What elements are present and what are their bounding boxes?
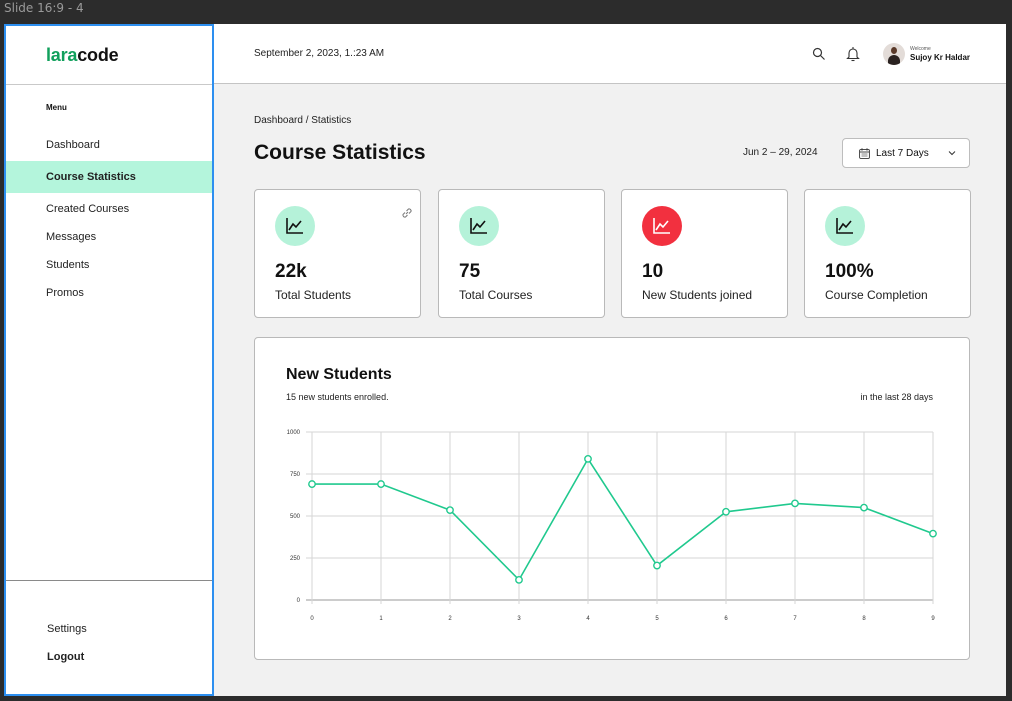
top-actions: Welcome Sujoy Kr Haldar: [807, 24, 970, 84]
bell-icon[interactable]: [841, 42, 865, 66]
sidebar: lara code Menu Dashboard Course Statistic…: [4, 24, 214, 696]
x-tick-label: 6: [724, 616, 728, 622]
x-tick-label: 9: [931, 616, 935, 622]
frame-label: Slide 16:9 - 4: [4, 1, 84, 15]
trend-icon: [459, 206, 499, 246]
trend-icon: [275, 206, 315, 246]
x-tick-label: 1: [379, 616, 383, 622]
chevron-down-icon: [948, 151, 956, 156]
x-tick-label: 7: [793, 616, 797, 622]
stat-value: 100%: [825, 261, 874, 282]
data-point: [308, 480, 316, 488]
sidebar-item-course-statistics[interactable]: Course Statistics: [6, 161, 212, 193]
sidebar-item-settings[interactable]: Settings: [6, 615, 212, 643]
sidebar-nav: Dashboard Course Statistics Created Cour…: [6, 131, 212, 307]
sidebar-item-created-courses[interactable]: Created Courses: [6, 195, 212, 223]
brand-logo[interactable]: lara code: [6, 26, 212, 85]
data-point: [653, 561, 661, 570]
x-tick-label: 8: [862, 616, 866, 622]
data-point: [929, 529, 937, 538]
x-tick-label: 4: [586, 616, 590, 622]
app-canvas: lara code Menu Dashboard Course Statistic…: [4, 24, 1006, 696]
x-tick-label: 5: [655, 616, 659, 622]
avatar: [882, 43, 905, 65]
new-students-chart-card: New Students 15 new students enrolled. i…: [254, 337, 970, 660]
search-icon[interactable]: [807, 42, 831, 66]
stat-value: 75: [459, 261, 481, 282]
breadcrumb: Dashboard / Statistics: [254, 115, 352, 126]
date-range-text: Jun 2 – 29, 2024: [743, 147, 818, 158]
stat-card-total-students[interactable]: 22k Total Students: [254, 189, 421, 318]
trend-icon: [825, 206, 865, 246]
y-tick-label: 250: [290, 556, 301, 562]
link-icon[interactable]: [400, 206, 414, 225]
line-chart: 0 250 500 750 1000 0 1 2 3 4 5 6 7 8 9: [287, 430, 937, 622]
username: Sujoy Kr Haldar: [909, 52, 970, 62]
series-line: [312, 457, 934, 582]
user-info: Welcome Sujoy Kr Haldar: [909, 45, 970, 62]
stat-label: Total Courses: [459, 288, 533, 302]
stat-label: New Students joined: [642, 288, 753, 302]
calendar-icon: [859, 147, 870, 159]
stat-label: Course Completion: [825, 288, 928, 302]
date-range-dropdown[interactable]: Last 7 Days: [842, 138, 970, 168]
x-tick-label: 0: [310, 616, 314, 622]
sidebar-item-dashboard[interactable]: Dashboard: [6, 131, 212, 159]
brand-part-lara: lara: [46, 44, 78, 65]
top-bar: September 2, 2023, 1.:23 AM Welcome Sujo…: [214, 24, 1006, 84]
trend-icon: [642, 206, 682, 246]
sidebar-item-promos[interactable]: Promos: [6, 279, 212, 307]
data-point: [515, 575, 523, 584]
x-tick-label: 2: [448, 616, 452, 622]
logout-button[interactable]: Logout: [6, 643, 212, 671]
data-point: [722, 507, 730, 516]
data-point: [860, 503, 868, 512]
brand-part-code: code: [77, 44, 119, 65]
date-range-dropdown-label: Last 7 Days: [876, 147, 929, 159]
data-point: [446, 506, 454, 515]
y-tick-label: 1000: [287, 430, 301, 436]
stat-card-total-courses[interactable]: 75 Total Courses: [438, 189, 605, 318]
x-tick-label: 3: [517, 616, 521, 622]
y-tick-label: 750: [290, 472, 301, 478]
y-tick-label: 0: [297, 598, 301, 604]
stat-card-course-completion[interactable]: 100% Course Completion: [804, 189, 971, 318]
sidebar-footer: Settings Logout: [6, 580, 212, 671]
menu-title: Menu: [46, 103, 67, 112]
stat-card-new-students[interactable]: 10 New Students joined: [621, 189, 788, 318]
welcome-label: Welcome: [909, 45, 931, 52]
user-menu[interactable]: Welcome Sujoy Kr Haldar: [882, 43, 970, 65]
y-tick-label: 500: [290, 514, 301, 520]
stat-value: 22k: [275, 261, 307, 282]
sidebar-item-messages[interactable]: Messages: [6, 223, 212, 251]
data-point: [377, 480, 385, 488]
page-title: Course Statistics: [254, 141, 426, 164]
data-point: [584, 454, 592, 463]
current-datetime: September 2, 2023, 1.:23 AM: [254, 48, 385, 59]
sidebar-item-students[interactable]: Students: [6, 251, 212, 279]
data-point: [791, 499, 799, 508]
stat-value: 10: [642, 261, 664, 282]
stat-label: Total Students: [275, 288, 352, 302]
